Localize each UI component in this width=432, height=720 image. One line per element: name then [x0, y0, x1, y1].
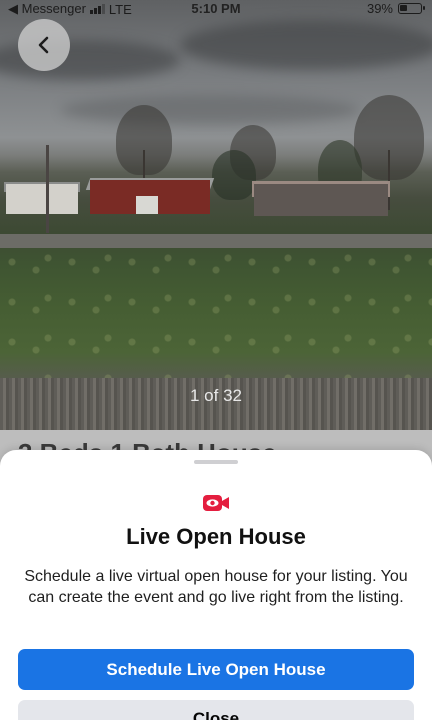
listing-photo[interactable]	[0, 0, 432, 430]
chevron-left-icon	[38, 36, 49, 54]
schedule-live-open-house-button[interactable]: Schedule Live Open House	[18, 649, 414, 690]
sheet-title: Live Open House	[126, 524, 306, 549]
photo-counter: 1 of 32	[190, 386, 242, 405]
battery-icon	[398, 3, 425, 14]
sheet-drag-handle[interactable]	[194, 460, 238, 464]
sheet-description: Schedule a live virtual open house for y…	[24, 568, 408, 606]
back-button[interactable]	[18, 19, 70, 71]
live-video-icon	[203, 495, 229, 511]
close-button[interactable]: Close	[18, 700, 414, 720]
battery-percent: 39%	[366, 1, 393, 16]
status-bar: ◀ Messenger LTE 5:10 PM 39%	[0, 0, 432, 18]
status-right: 39%	[366, 1, 425, 16]
